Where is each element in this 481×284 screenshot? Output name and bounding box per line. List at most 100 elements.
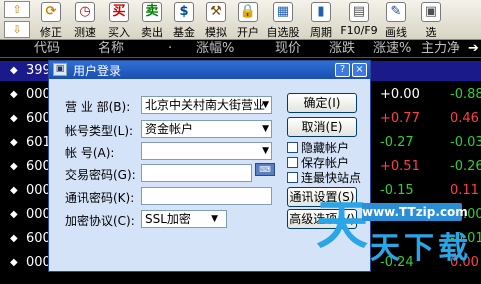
toolbar-button-label: 开户 (237, 26, 259, 39)
comm-password-input[interactable] (141, 187, 272, 205)
toolbar-button-label: 自选股 (266, 26, 300, 39)
fastest-site-checkbox[interactable]: 连最快站点 (287, 169, 361, 186)
branch-value: 北京中关村南大街营业 (145, 98, 266, 112)
comm-password-label: 通讯密码(K): (65, 191, 135, 205)
watermark-logo: 天 (316, 196, 369, 256)
toolbar-button[interactable]: 卖卖出 (136, 0, 168, 40)
help-icon[interactable]: ? (335, 63, 350, 77)
select-icon: ▣ (421, 2, 441, 22)
speed-value: -0.26 (450, 159, 481, 174)
toolbar-button-label: 测速 (74, 26, 96, 39)
f10-icon: ▤ (349, 2, 369, 22)
account-type-select[interactable]: 资金帐户 ▼ (141, 120, 272, 138)
dropdown-arrow-icon: ▼ (262, 100, 269, 110)
ok-button[interactable]: 确定(I) (287, 93, 357, 113)
toolbar-button[interactable]: ✎ 画线 (378, 0, 414, 40)
protocol-label: 加密协议(C): (65, 214, 135, 228)
dropdown-arrow-icon: ▼ (262, 124, 269, 134)
toolbar-button[interactable]: ▣ 选 (414, 0, 448, 40)
cancel-button[interactable]: 取消(E) (287, 117, 357, 137)
arrow-right-icon[interactable]: ➔ (468, 40, 479, 58)
toolbar-button[interactable]: ◷ 测速 (68, 0, 102, 40)
toolbar-button-label: F10/F9 (340, 24, 378, 37)
branch-select[interactable]: 北京中关村南大街营业 ▼ (141, 96, 272, 114)
speed-value: 0.46 (450, 111, 479, 126)
speed-value: -0.03 (450, 135, 481, 150)
row-marker-icon: ◆ (10, 185, 18, 196)
close-icon[interactable]: × (352, 63, 367, 77)
soft-keyboard-icon[interactable]: ⌨ (255, 163, 275, 176)
watchlist-icon: ▦ (273, 2, 293, 22)
toolbar-button[interactable]: 🔒 开户 (232, 0, 264, 40)
watermark-url: www.TTzip.com (362, 203, 468, 221)
account-label: 帐 号(A): (65, 146, 115, 160)
toolbar-button[interactable]: ▮ 周期 (302, 0, 340, 40)
column-header: · (168, 41, 173, 56)
column-header[interactable]: 涨速% (373, 40, 411, 58)
refresh-icon: ⟳ (41, 2, 61, 22)
account-type-label: 帐号类型(L): (65, 124, 134, 138)
hide-account-label: 隐藏帐户 (301, 141, 350, 155)
toolbar-button-label: 基金 (173, 26, 195, 39)
column-header[interactable]: 名称 (98, 40, 124, 58)
window-icon: ▣ (53, 63, 67, 76)
column-header[interactable]: 涨幅% (196, 40, 234, 58)
fastest-site-label: 连最快站点 (301, 171, 362, 185)
trade-password-label: 交易密码(G): (65, 168, 136, 182)
scroll-down-arrow-icon[interactable]: ⇩ (4, 21, 30, 38)
watermark-text: 天下载 (370, 231, 472, 266)
dialog-title: 用户登录 (73, 64, 122, 78)
change-value: -0.15 (380, 183, 414, 198)
toolbar-button[interactable]: 买买入 (102, 0, 136, 40)
toolbar-button[interactable]: ▤ F10/F9 (340, 0, 378, 40)
scroll-up-arrow-icon[interactable]: ⇧ (4, 1, 30, 18)
lock-icon: 🔒 (238, 2, 258, 22)
row-marker-icon: ◆ (10, 209, 18, 220)
quote-table-header: 代码 名称 · 涨幅% 现价 涨跌 涨速% 主力净 ➔ (0, 40, 481, 58)
branch-label: 营 业 部(B): (65, 100, 131, 114)
dropdown-arrow-icon: ▼ (262, 146, 269, 156)
change-value: +0.51 (380, 159, 420, 174)
row-marker-icon: ◆ (10, 233, 18, 244)
save-account-label: 保存帐户 (301, 156, 350, 170)
protocol-value: SSL加密 (145, 212, 191, 226)
toolbar-button[interactable]: ▦ 自选股 (264, 0, 302, 40)
row-marker-icon: ◆ (10, 137, 18, 148)
toolbar-button-label: 修正 (40, 26, 62, 39)
dialog-titlebar[interactable]: ▣ 用户登录 ? × (49, 61, 370, 79)
checkbox-box[interactable] (287, 142, 298, 153)
change-value: -0.27 (380, 135, 414, 150)
column-header[interactable]: 主力净 (421, 40, 460, 58)
checkbox-box[interactable] (287, 172, 298, 183)
toolbar-button-label: 卖出 (141, 26, 163, 39)
fund-icon: $ (174, 2, 194, 22)
row-marker-icon: ◆ (10, 161, 18, 172)
sell-icon: 卖 (142, 2, 162, 22)
trade-password-input[interactable] (141, 164, 252, 182)
toolbar-button[interactable]: ⚒ 模拟 (200, 0, 232, 40)
toolbar-button-label: 买入 (108, 26, 130, 39)
account-input[interactable]: ▼ (141, 142, 272, 160)
toolbar-button[interactable]: ⟳ 修正 (34, 0, 68, 40)
draw-line-icon: ✎ (386, 2, 406, 22)
toolbar-button-label: 选 (425, 26, 437, 39)
row-marker-icon: ◆ (10, 257, 18, 268)
period-icon: ▮ (311, 2, 331, 22)
account-type-value: 资金帐户 (145, 122, 194, 136)
toolbar-button[interactable]: $ 基金 (168, 0, 200, 40)
checkbox-box[interactable] (287, 157, 298, 168)
change-value: +0.77 (380, 111, 420, 126)
row-marker-icon: ◆ (10, 65, 18, 76)
speed-value: -0.88 (450, 87, 481, 102)
dropdown-arrow-icon: ▼ (211, 214, 218, 224)
row-marker-icon: ◆ (10, 113, 18, 124)
column-header[interactable]: 涨跌 (329, 40, 355, 58)
column-header[interactable]: 代码 (34, 40, 60, 58)
protocol-select[interactable]: SSL加密 ▼ (141, 210, 227, 228)
column-header[interactable]: 现价 (275, 40, 301, 58)
toolbar-button-label: 画线 (385, 26, 407, 39)
clock-icon: ◷ (75, 2, 95, 22)
hammer-icon: ⚒ (206, 2, 226, 22)
speed-value: 0.11 (450, 183, 479, 198)
toolbar-button-label: 模拟 (205, 26, 227, 39)
